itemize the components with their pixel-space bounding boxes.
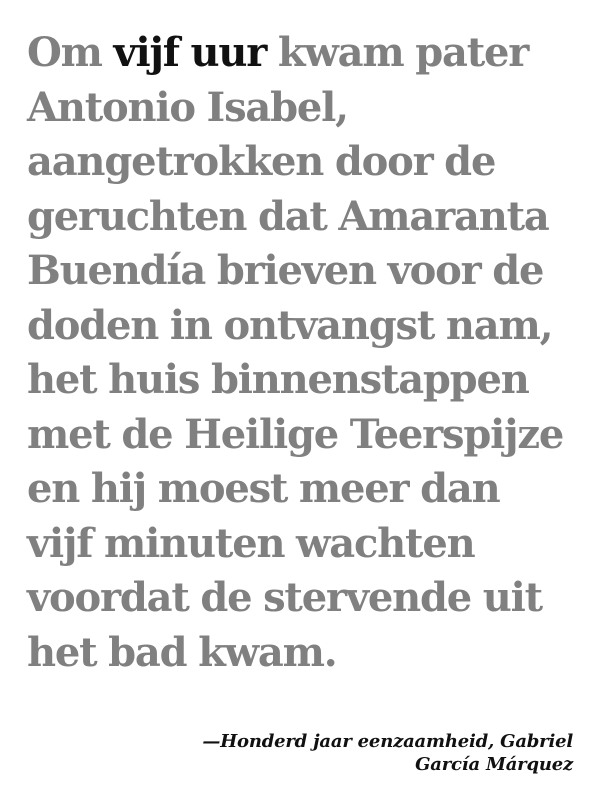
quote-line-5: Buendía brieven voor de xyxy=(27,247,544,294)
quote-line-4: geruchten dat Amaranta xyxy=(27,192,550,240)
attribution-line-2: García Márquez xyxy=(415,754,573,775)
quote-line-2: Antonio Isabel, xyxy=(27,83,349,131)
quote-highlight: vijf uur xyxy=(113,29,268,76)
attribution-line-1: —Honderd jaar eenzaamheid, Gabriel xyxy=(202,731,573,752)
quote-line-8: met de Heilige Teerspijze xyxy=(27,410,564,458)
quote-line-12: het bad kwam. xyxy=(27,628,338,676)
quote-text: Om vijf uur kwam pater Antonio Isabel, a… xyxy=(27,26,570,680)
quote-page: Om vijf uur kwam pater Antonio Isabel, a… xyxy=(0,0,600,800)
quote-line-11: voordat de stervende uit xyxy=(27,574,543,621)
quote-line-1-before: Om xyxy=(27,29,114,76)
quote-line-9: en hij moest meer dan xyxy=(27,465,501,512)
quote-attribution: —Honderd jaar eenzaamheid, Gabriel Garcí… xyxy=(202,730,573,776)
quote-line-6: doden in ontvangst nam, xyxy=(27,301,554,349)
quote-line-1: Om vijf uur kwam pater xyxy=(27,26,570,81)
quote-line-3: aangetrokken door de xyxy=(27,138,496,185)
quote-line-10: vijf minuten wachten xyxy=(27,519,476,567)
quote-line-1-after: kwam pater xyxy=(266,29,529,76)
quote-line-7: het huis binnenstappen xyxy=(27,356,530,403)
